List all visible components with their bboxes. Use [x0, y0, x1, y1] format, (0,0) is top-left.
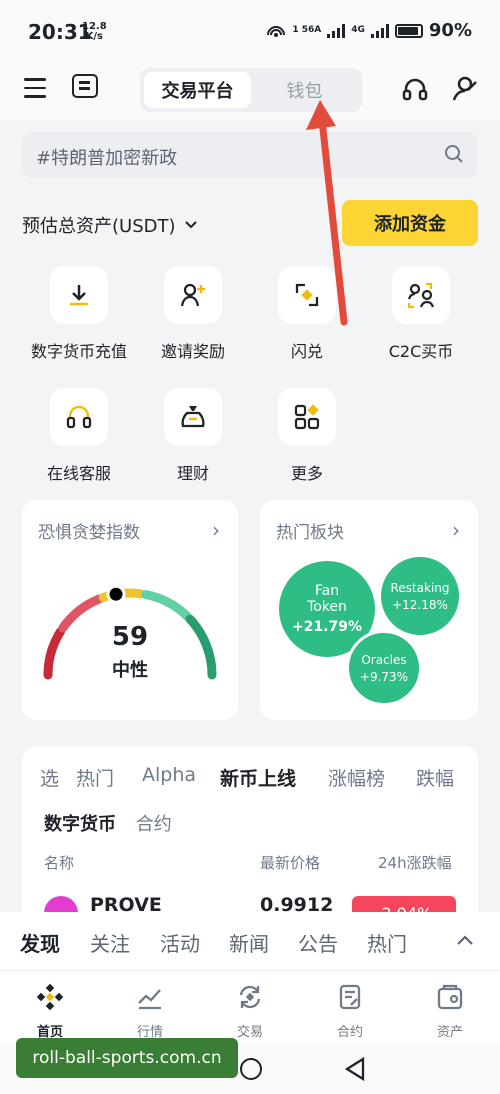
sector-name: Restaking: [390, 580, 450, 595]
sector-bubble[interactable]: Restaking +12.18%: [378, 554, 462, 638]
hotspot-icon: [267, 25, 286, 37]
sector-name: Fan Token: [307, 583, 347, 615]
quick-action-label: 闪兑: [290, 342, 323, 361]
tab-announcements[interactable]: 公告: [298, 928, 338, 957]
menu-icon[interactable]: [24, 78, 46, 98]
subtab-spot[interactable]: 数字货币: [44, 814, 116, 835]
fear-greed-status: 中性: [112, 660, 148, 681]
sector-change: +12.18%: [392, 597, 448, 612]
annotation-arrow-icon: [306, 100, 348, 326]
quick-action-label: C2C买币: [388, 342, 454, 361]
money-bag-icon: [164, 388, 222, 446]
column-price: 最新价格: [260, 854, 321, 872]
back-triangle-icon[interactable]: [344, 1057, 366, 1081]
quick-action-more[interactable]: 更多: [252, 388, 362, 484]
quick-action-invite[interactable]: 邀请奖励: [138, 266, 248, 362]
tab-trade-platform[interactable]: 交易平台: [144, 72, 251, 108]
tab-new-listings[interactable]: 新币上线: [220, 764, 296, 791]
battery-icon: [394, 23, 423, 38]
nav-trade[interactable]: 交易: [215, 983, 285, 1040]
hot-sectors-card[interactable]: 热门板块 › Fan Token +21.79% Restaking +12.1…: [260, 500, 478, 720]
app-header: 交易平台 钱包: [0, 64, 500, 120]
quick-action-label: 邀请奖励: [160, 342, 225, 361]
watermark-overlay: roll-ball-sports.com.cn: [16, 1038, 238, 1078]
tab-favorites[interactable]: 选: [40, 764, 59, 791]
tab-discover[interactable]: 发现: [20, 928, 60, 957]
sector-name: Oracles: [361, 652, 407, 667]
add-funds-button[interactable]: 添加资金: [342, 200, 478, 246]
chevron-up-icon[interactable]: [456, 934, 474, 946]
signal-2-icon: [370, 23, 389, 38]
nav-futures[interactable]: 合约: [315, 983, 385, 1040]
nav-label: 合约: [336, 1025, 363, 1040]
status-network-speed: 12.8 K/s: [82, 22, 107, 42]
chevron-down-icon: [184, 221, 197, 229]
grid-more-icon: [278, 388, 336, 446]
search-icon: [445, 145, 463, 163]
net-label-2: 4G: [351, 25, 365, 35]
quick-action-earn[interactable]: 理财: [138, 388, 248, 484]
user-center-icon[interactable]: [450, 74, 478, 102]
subtab-futures[interactable]: 合约: [136, 814, 172, 835]
nav-assets[interactable]: 资产: [415, 983, 485, 1040]
search-placeholder: #特朗普加密新政: [36, 148, 178, 169]
search-input[interactable]: #特朗普加密新政: [22, 132, 478, 178]
fear-greed-card[interactable]: 恐惧贪婪指数 › 59 中性: [22, 500, 238, 720]
market-tabs: 选 热门 Alpha 新币上线 涨幅榜 跌幅: [22, 764, 478, 794]
home-icon: [36, 983, 64, 1011]
nav-markets[interactable]: 行情: [115, 983, 185, 1040]
c2c-icon: [392, 266, 450, 324]
fear-greed-value: 59: [111, 622, 149, 652]
quick-action-label: 理财: [176, 464, 209, 483]
estimated-assets[interactable]: 预估总资产(USDT): [22, 212, 198, 238]
discover-tabs: 发现 关注 活动 新闻 公告 热门: [0, 912, 500, 970]
wallet-icon: [437, 984, 463, 1010]
quick-action-deposit[interactable]: 数字货币充值: [24, 266, 134, 362]
tab-losers[interactable]: 跌幅: [416, 764, 454, 791]
trade-icon: [239, 985, 261, 1009]
quick-action-label: 更多: [290, 464, 323, 483]
battery-percent: 90%: [428, 20, 472, 41]
headset-icon: [50, 388, 108, 446]
speed-unit: K/s: [85, 31, 104, 42]
markets-icon: [138, 989, 161, 1010]
headset-support-icon[interactable]: [402, 76, 428, 102]
assets-label: 预估总资产(USDT): [22, 216, 176, 237]
tab-gainers[interactable]: 涨幅榜: [328, 764, 385, 791]
signal-1-icon: [327, 23, 346, 38]
download-icon: [50, 266, 108, 324]
status-bar: 20:31 12.8 K/s 1 56A 4G 90%: [0, 0, 500, 64]
sector-bubble[interactable]: Oracles +9.73%: [346, 630, 422, 706]
fear-greed-title: 恐惧贪婪指数: [38, 523, 140, 543]
chevron-right-icon: ›: [452, 518, 460, 542]
gauge-segment: [141, 590, 192, 621]
gauge-marker: [106, 584, 126, 604]
chevron-right-icon: ›: [212, 518, 220, 542]
futures-icon: [339, 984, 361, 1010]
nav-label: 资产: [436, 1025, 463, 1040]
quick-action-support[interactable]: 在线客服: [24, 388, 134, 484]
market-subtabs: 数字货币 合约: [44, 810, 172, 836]
home-circle-icon[interactable]: [240, 1058, 262, 1080]
sector-change: +9.73%: [359, 669, 409, 684]
hot-sectors-title: 热门板块: [276, 523, 344, 543]
quick-action-c2c[interactable]: C2C买币: [366, 266, 476, 362]
message-icon[interactable]: [72, 74, 98, 98]
invite-user-icon: [164, 266, 222, 324]
quick-action-label: 在线客服: [46, 464, 111, 483]
column-change: 24h涨跌幅: [378, 854, 452, 872]
tab-news[interactable]: 新闻: [229, 928, 269, 957]
net-label-1: 1 56A: [292, 25, 322, 35]
sector-change: +21.79%: [291, 619, 363, 635]
tab-following[interactable]: 关注: [90, 928, 130, 957]
quick-action-label: 数字货币充值: [30, 342, 127, 361]
column-name: 名称: [44, 854, 75, 872]
status-icons: 1 56A 4G 90%: [266, 20, 472, 41]
tab-trending[interactable]: 热门: [367, 928, 407, 957]
tab-alpha[interactable]: Alpha: [142, 764, 196, 786]
bottom-nav: 首页 行情 交易 合约 资产: [0, 970, 500, 1042]
nav-home[interactable]: 首页: [15, 983, 85, 1040]
tab-activities[interactable]: 活动: [160, 928, 200, 957]
tab-hot[interactable]: 热门: [76, 764, 114, 791]
